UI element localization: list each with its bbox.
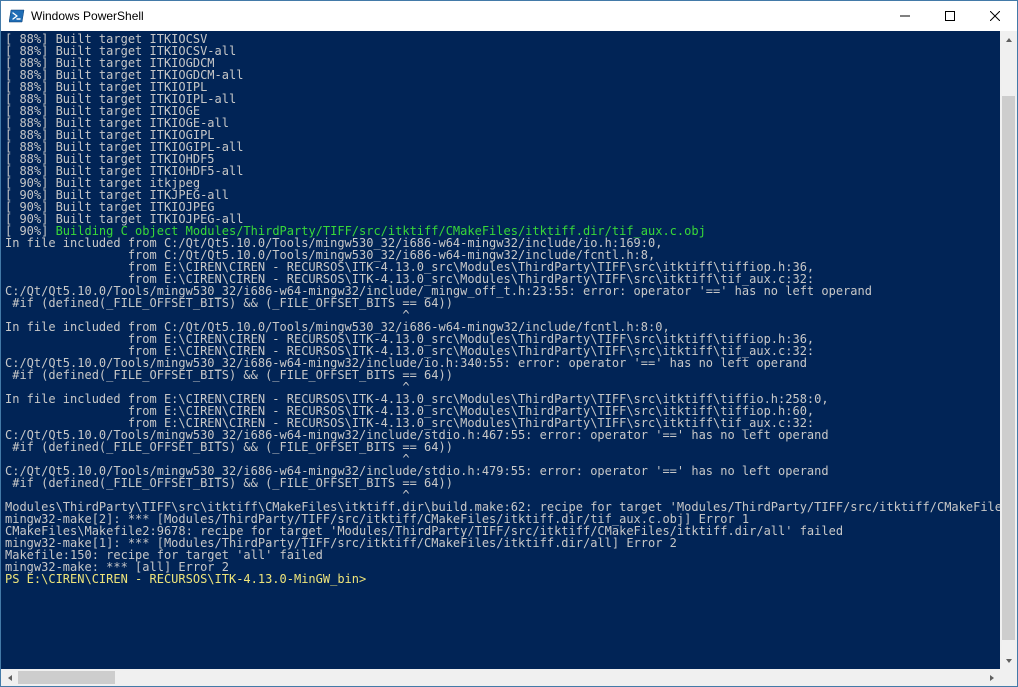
scroll-left-button[interactable] — [1, 669, 18, 686]
terminal-output[interactable]: [ 88%] Built target ITKIOCSV[ 88%] Built… — [1, 31, 1000, 669]
horizontal-scroll-track[interactable] — [18, 669, 983, 686]
horizontal-scrollbar[interactable] — [1, 669, 1017, 686]
terminal-area: [ 88%] Built target ITKIOCSV[ 88%] Built… — [1, 31, 1017, 669]
vertical-scrollbar[interactable] — [1000, 31, 1017, 669]
window-title: Windows PowerShell — [31, 9, 882, 23]
scroll-up-button[interactable] — [1000, 31, 1017, 48]
powershell-icon — [9, 8, 25, 24]
minimize-button[interactable] — [882, 1, 927, 31]
horizontal-scroll-thumb[interactable] — [18, 671, 115, 684]
vertical-scroll-thumb[interactable] — [1002, 96, 1015, 640]
titlebar[interactable]: Windows PowerShell — [1, 1, 1017, 31]
scroll-down-button[interactable] — [1000, 652, 1017, 669]
scrollbar-corner — [1000, 669, 1017, 686]
scroll-right-button[interactable] — [983, 669, 1000, 686]
vertical-scroll-track[interactable] — [1000, 48, 1017, 652]
window-controls — [882, 1, 1017, 31]
powershell-window: Windows PowerShell [ 88%] Built target I… — [0, 0, 1018, 687]
maximize-button[interactable] — [927, 1, 972, 31]
close-button[interactable] — [972, 1, 1017, 31]
terminal-line: PS E:\CIREN\CIREN - RECURSOS\ITK-4.13.0-… — [5, 573, 996, 585]
